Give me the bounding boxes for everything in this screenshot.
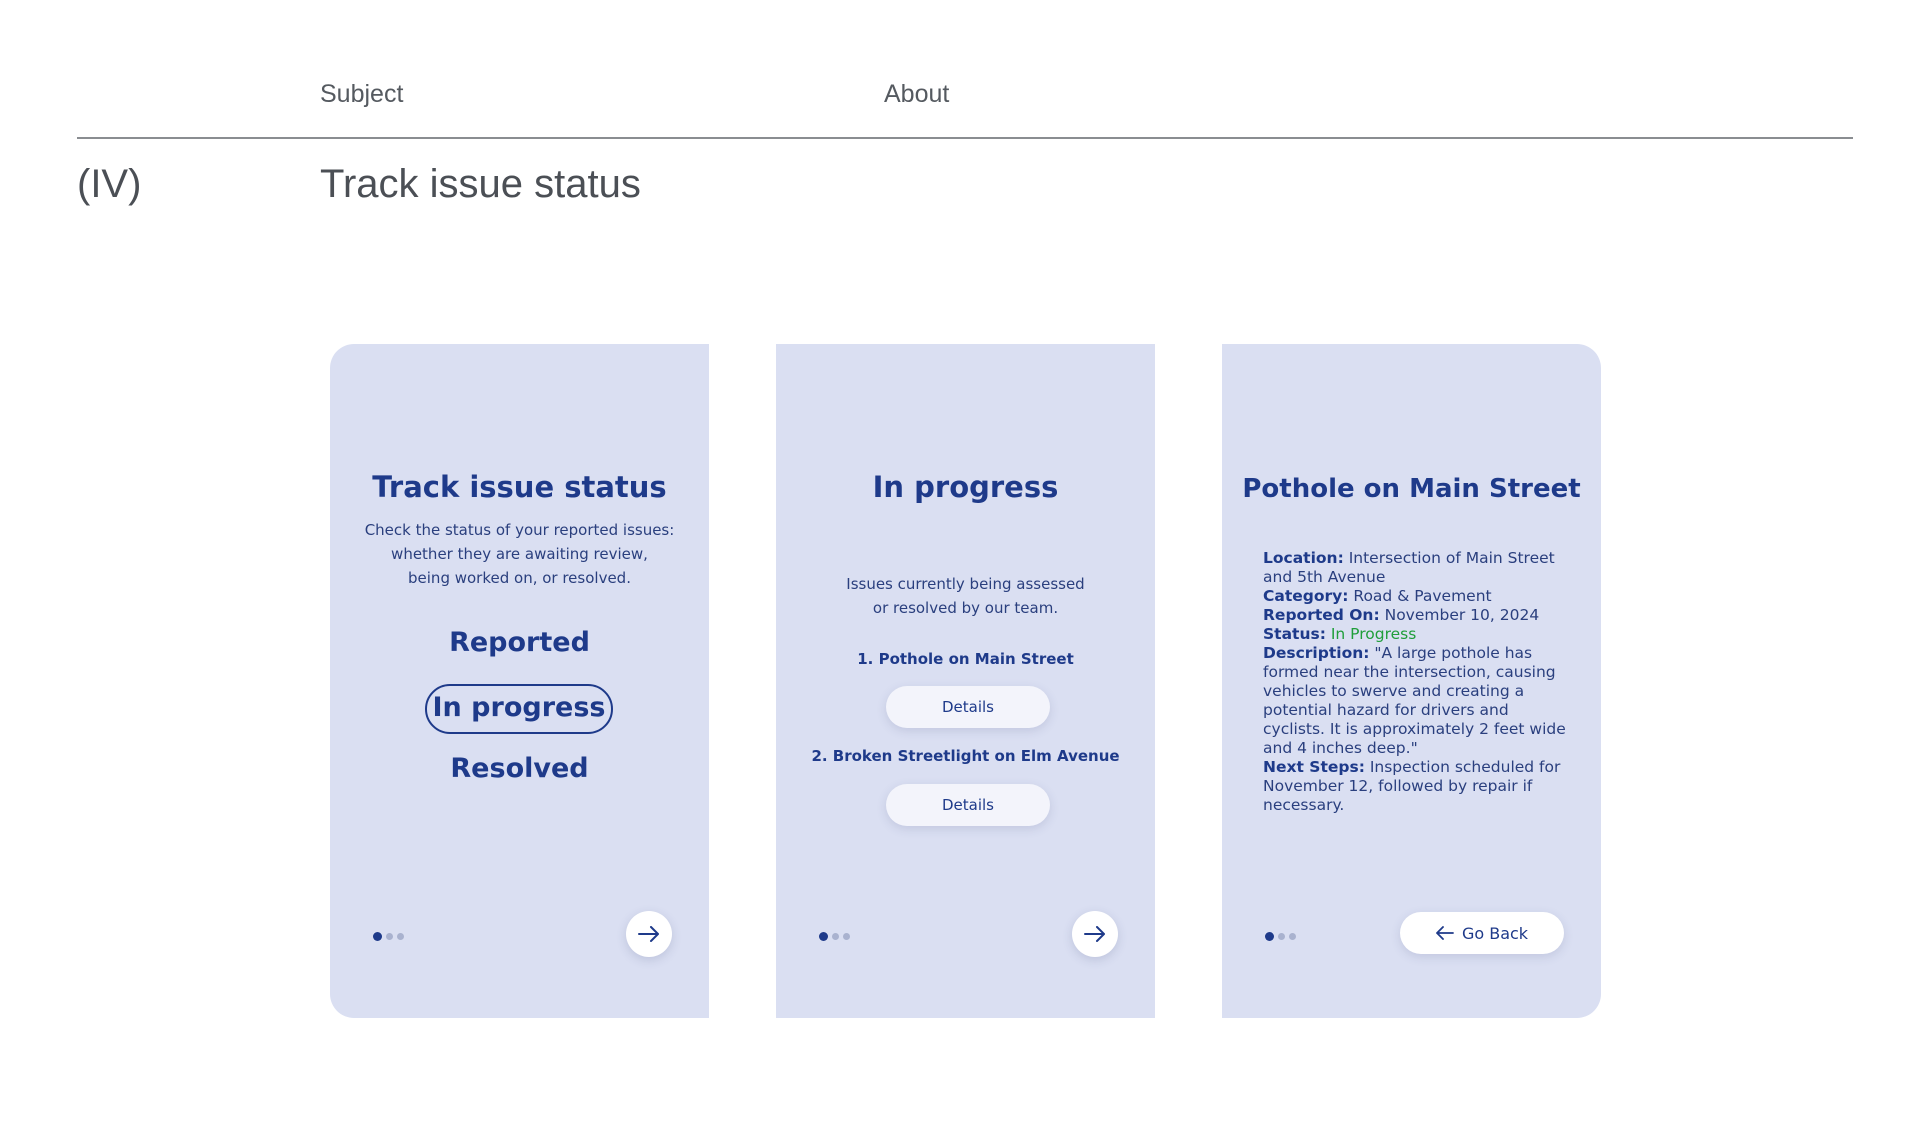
category-value: Road & Pavement — [1348, 587, 1492, 605]
page-dot — [1289, 932, 1296, 940]
arrow-right-icon — [1084, 926, 1105, 942]
screen2-description: Issues currently being assessed or resol… — [776, 572, 1155, 620]
screen1-title: Track issue status — [372, 470, 667, 504]
about-header: About — [884, 80, 950, 108]
section-title: Track issue status — [320, 162, 641, 206]
next-button[interactable] — [1072, 911, 1118, 957]
status-value: In Progress — [1325, 625, 1417, 643]
issue-item-2[interactable]: 2. Broken Streetlight on Elm Avenue — [776, 747, 1155, 765]
screen1-desc-line2: whether they are awaiting review, — [391, 545, 648, 563]
next-steps-label: Next Steps: — [1263, 758, 1365, 776]
page-dot — [1278, 932, 1285, 940]
go-back-label: Go Back — [1461, 923, 1529, 943]
screen1-desc-line1: Check the status of your reported issues… — [364, 521, 675, 539]
go-back-button[interactable]: Go Back — [1400, 912, 1564, 954]
location-label: Location: — [1263, 549, 1344, 567]
page-dot — [397, 932, 404, 940]
pagination-dots — [373, 931, 408, 941]
arrow-left-icon — [1436, 926, 1454, 940]
details-button-1[interactable]: Details — [886, 686, 1050, 728]
page-dot-active — [1265, 931, 1274, 941]
pagination-dots — [1265, 931, 1300, 941]
reported-on-value: November 10, 2024 — [1379, 606, 1540, 624]
page-dot — [843, 932, 850, 940]
issue-item-1[interactable]: 1. Pothole on Main Street — [776, 650, 1155, 668]
screen1-description: Check the status of your reported issues… — [330, 518, 709, 590]
page-dot-active — [819, 931, 828, 941]
arrow-right-icon — [638, 926, 659, 942]
screen-track-status: Track issue status Check the status of y… — [330, 344, 709, 1018]
status-option-reported[interactable]: Reported — [330, 627, 709, 658]
issue-detail-body: Location: Intersection of Main Street an… — [1263, 549, 1573, 815]
status-label: Status: — [1263, 625, 1326, 643]
screen1-desc-line3: being worked on, or resolved. — [408, 569, 631, 587]
status-option-in-progress[interactable]: In progress — [425, 684, 613, 734]
screen2-desc-line1: Issues currently being assessed — [846, 575, 1085, 593]
description-label: Description: — [1263, 644, 1370, 662]
screen2-desc-line2: or resolved by our team. — [872, 599, 1059, 617]
pagination-dots — [819, 931, 854, 941]
screen-in-progress: In progress Issues currently being asses… — [776, 344, 1155, 1018]
section-number: (IV) — [77, 162, 142, 206]
page-dot — [386, 932, 393, 940]
next-button[interactable] — [626, 911, 672, 957]
screen-issue-details: Pothole on Main Street Location: Interse… — [1222, 344, 1601, 1018]
details-button-2[interactable]: Details — [886, 784, 1050, 826]
screen3-title: Pothole on Main Street — [1242, 474, 1581, 504]
page-dot-active — [373, 931, 382, 941]
category-label: Category: — [1263, 587, 1349, 605]
header-divider — [77, 137, 1853, 139]
reported-on-label: Reported On: — [1263, 606, 1380, 624]
subject-header: Subject — [320, 80, 404, 108]
screen2-title: In progress — [872, 470, 1059, 504]
status-option-resolved[interactable]: Resolved — [330, 753, 709, 784]
page-dot — [832, 932, 839, 940]
